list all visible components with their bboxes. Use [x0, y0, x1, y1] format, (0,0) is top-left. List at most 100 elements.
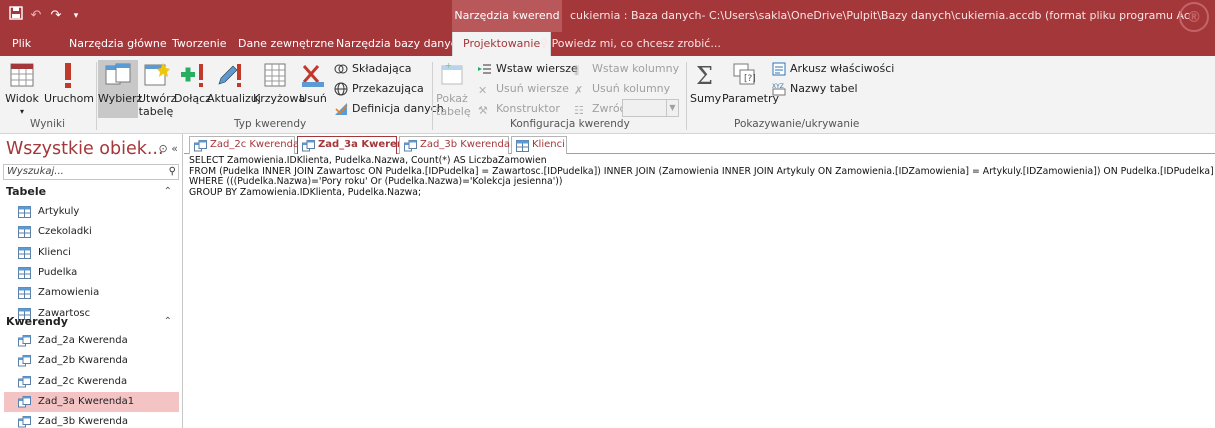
- builder-wand-icon: ⚒: [478, 104, 488, 117]
- nav-item-label: Artykuly: [38, 206, 80, 217]
- pass-through-button[interactable]: Przekazująca: [334, 80, 424, 98]
- tab-create[interactable]: Tworzenie: [172, 32, 226, 56]
- nav-pane-header[interactable]: Wszystkie obiek...: [6, 136, 178, 162]
- tab-external-data[interactable]: Dane zewnętrzne: [238, 32, 334, 56]
- office-logo-icon: ®: [1179, 2, 1209, 32]
- nav-item-label: Pudelka: [38, 266, 78, 278]
- quick-access-toolbar: ↶ ↷ ▾: [6, 6, 86, 26]
- redo-icon[interactable]: ↷: [46, 6, 66, 26]
- document-tab-label: Zad_3b Kwerenda: [420, 139, 510, 150]
- property-sheet-button[interactable]: Arkusz właściwości: [772, 60, 894, 78]
- make-table-icon: [144, 63, 170, 86]
- save-icon[interactable]: [6, 6, 26, 26]
- delete-columns-button[interactable]: ✗ Usuń kolumny: [574, 80, 670, 98]
- run-button[interactable]: Uruchom: [44, 60, 94, 105]
- document-tab[interactable]: Zad_3b Kwerenda: [399, 136, 510, 154]
- nav-query-item[interactable]: Zad_2a Kwerenda: [4, 331, 179, 351]
- nav-item-label: Zad_3a Kwerenda1: [38, 395, 135, 407]
- group-separator: [96, 62, 97, 130]
- tell-me-box[interactable]: ♀ Powiedz mi, co chcesz zrobić...: [540, 32, 721, 56]
- tab-home[interactable]: Narzędzia główne: [69, 32, 167, 56]
- nav-section-tables[interactable]: Tabele ⌃: [6, 184, 178, 200]
- nav-query-item[interactable]: Zad_2c Kwerenda: [4, 372, 179, 392]
- svg-text:+: +: [445, 61, 452, 70]
- nav-table-item[interactable]: Czekoladki: [4, 222, 179, 242]
- document-tab[interactable]: Zad_2c Kwerenda: [189, 136, 299, 154]
- tell-me-text: Powiedz mi, co chcesz zrobić...: [551, 37, 721, 50]
- lightbulb-icon: ♀: [540, 37, 552, 50]
- table-names-button[interactable]: XYZ Nazwy tabel: [772, 80, 858, 98]
- query-icon: [404, 140, 417, 152]
- nav-search-input[interactable]: Wyszukaj... ⚲: [3, 164, 179, 180]
- parameters-button[interactable]: [?] Parametry: [722, 60, 779, 105]
- insert-rows-button[interactable]: Wstaw wiersze: [478, 60, 578, 78]
- tab-database-tools[interactable]: Narzędzia bazy danych: [336, 32, 464, 56]
- document-tabs: Zad_2c Kwerenda Zad_3a Kwerenda1 Zad_3b Kw…: [184, 134, 1215, 154]
- context-tab-label: Narzędzia kwerend: [452, 0, 562, 32]
- union-query-button[interactable]: Składająca: [334, 60, 412, 78]
- nav-query-item[interactable]: Zad_3a Kwerenda1: [4, 391, 179, 412]
- select-query-button[interactable]: Wybierz: [98, 60, 142, 118]
- nav-item-label: Zad_2b Kwarenda: [38, 355, 128, 367]
- group-label-results: Wyniki: [30, 118, 65, 130]
- builder-button[interactable]: ⚒ Konstruktor: [478, 100, 560, 118]
- data-definition-button[interactable]: Definicja danych: [334, 100, 444, 118]
- insert-rows-icon: [478, 62, 492, 76]
- append-icon: [181, 64, 203, 87]
- make-table-button[interactable]: Utwórz tabelę: [138, 60, 176, 118]
- nav-table-item[interactable]: Zamowienia: [4, 283, 179, 303]
- append-button[interactable]: Dołącz: [174, 60, 211, 105]
- nav-table-item[interactable]: Klienci: [4, 243, 179, 263]
- update-pencil-icon: [218, 64, 241, 87]
- data-definition-icon: [334, 102, 348, 116]
- delete-rows-button[interactable]: ✕ Usuń wiersze: [478, 80, 569, 98]
- search-icon[interactable]: ⚲: [169, 165, 176, 179]
- run-exclamation-icon: [65, 63, 71, 88]
- select-query-icon: [105, 63, 131, 85]
- customize-qat-icon[interactable]: ▾: [66, 6, 86, 26]
- undo-icon[interactable]: ↶: [26, 6, 46, 26]
- return-icon: ☷: [574, 104, 584, 117]
- table-icon: [18, 226, 31, 239]
- delete-query-button[interactable]: Usuń: [298, 60, 328, 105]
- crosstab-button[interactable]: Krzyżowa: [253, 60, 305, 105]
- query-icon: [18, 395, 31, 408]
- nav-section-queries[interactable]: Kwerendy ⌃: [6, 314, 178, 330]
- globe-icon: [334, 82, 348, 96]
- tab-design[interactable]: Projektowanie: [452, 32, 552, 56]
- nav-item-label: Czekoladki: [38, 226, 92, 238]
- collapse-icon[interactable]: ⌃: [164, 184, 172, 200]
- group-label-query-type: Typ kwerendy: [234, 118, 307, 130]
- update-button[interactable]: Aktualizuj: [207, 60, 261, 105]
- table-icon: [18, 287, 31, 300]
- show-table-button[interactable]: + Pokaż tabelę: [436, 60, 471, 118]
- nav-query-item[interactable]: Zad_3b Kwerenda: [4, 412, 179, 428]
- totals-button[interactable]: Σ Sumy: [690, 60, 721, 105]
- view-button[interactable]: Widok ▾: [4, 60, 40, 118]
- tab-file[interactable]: Plik: [12, 32, 31, 56]
- query-icon: [18, 335, 31, 347]
- table-icon: [18, 206, 31, 218]
- shutter-bar-close-icon[interactable]: «: [171, 142, 178, 155]
- return-combo[interactable]: ▼: [622, 99, 679, 117]
- query-icon: [18, 375, 31, 388]
- union-icon: [334, 62, 348, 76]
- sql-line: SELECT Zamowienia.IDKlienta, Pudelka.Naz…: [189, 155, 547, 166]
- sql-line: WHERE (((Pudelka.Nazwa)='Pory roku' Or (…: [189, 176, 563, 187]
- show-table-icon: +: [441, 61, 463, 85]
- collapse-icon[interactable]: ⌃: [164, 314, 172, 330]
- delete-x-icon: [302, 65, 324, 87]
- document-tab[interactable]: Klienci: [511, 136, 567, 154]
- ribbon: Widok ▾ Uruchom Wyniki Wybierz Utwórz ta…: [0, 56, 1215, 134]
- nav-dropdown-icon[interactable]: ⊙: [159, 142, 168, 155]
- document-tab[interactable]: Zad_3a Kwerenda1: [297, 136, 425, 154]
- insert-columns-button[interactable]: ⫼ Wstaw kolumny: [574, 60, 679, 78]
- nav-table-item[interactable]: Artykuly: [4, 202, 179, 222]
- table-icon: [516, 140, 529, 152]
- nav-table-item[interactable]: Pudelka: [4, 263, 179, 283]
- sql-editor[interactable]: SELECT Zamowienia.IDKlienta, Pudelka.Naz…: [184, 154, 1215, 428]
- nav-query-item[interactable]: Zad_2b Kwarenda: [4, 351, 179, 371]
- sql-line: GROUP BY Zamowienia.IDKlienta, Pudelka.N…: [189, 186, 422, 198]
- delete-rows-icon: ✕: [478, 84, 488, 97]
- table-icon: [18, 266, 31, 279]
